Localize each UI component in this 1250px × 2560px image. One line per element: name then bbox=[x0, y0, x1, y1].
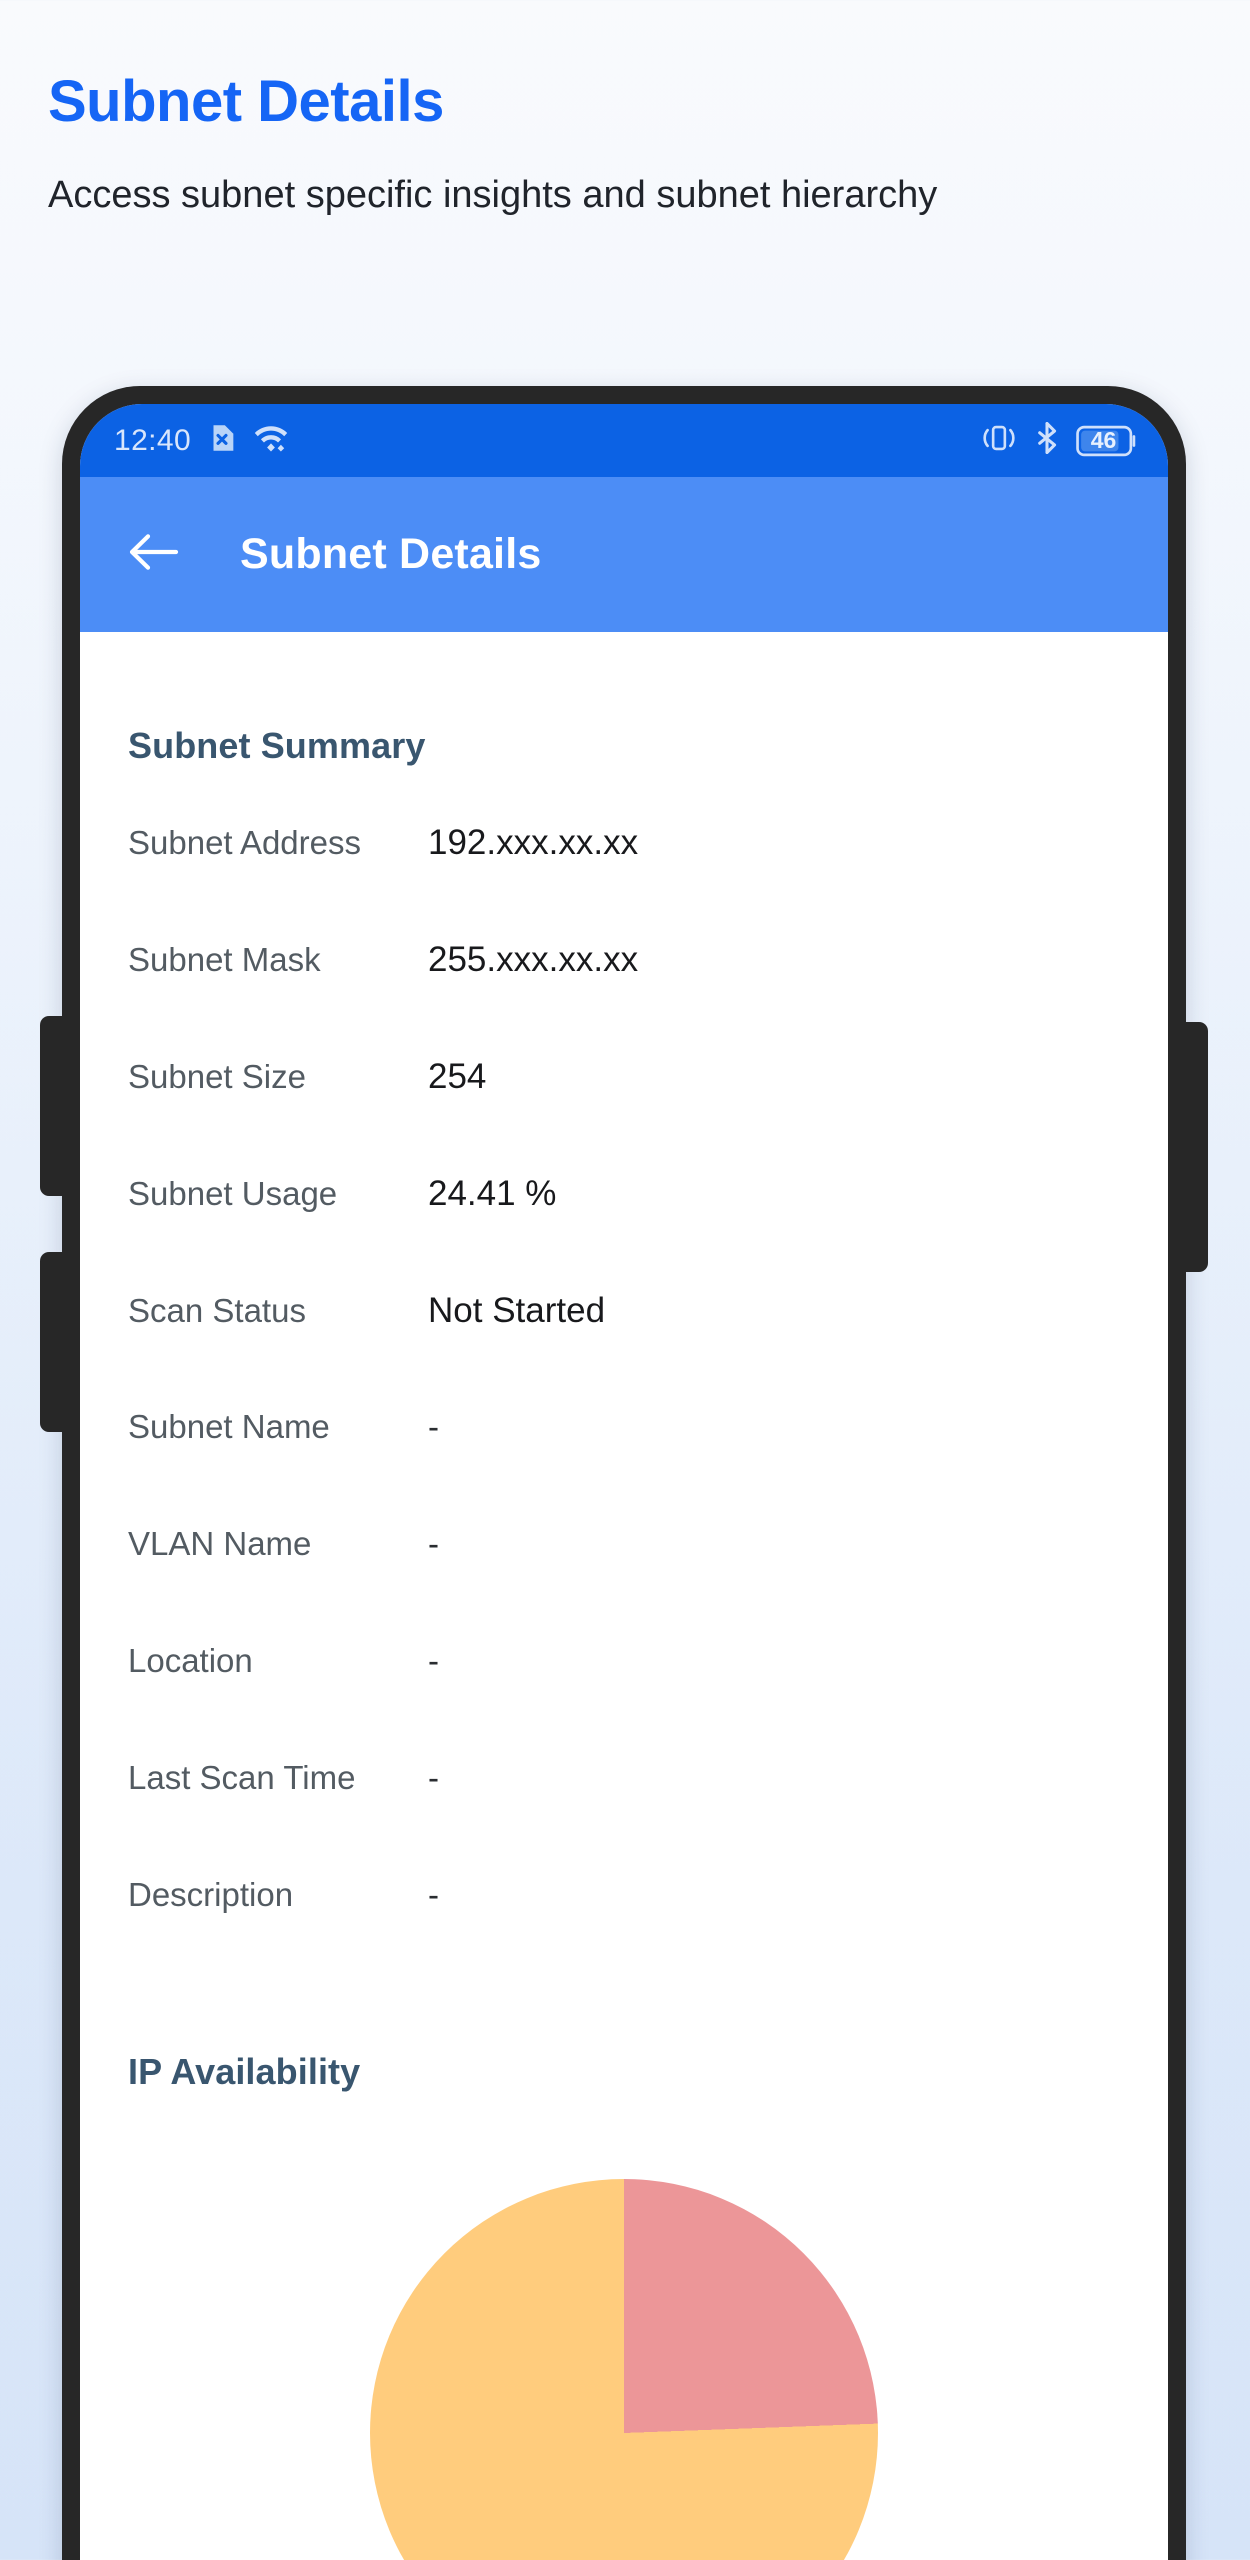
phone-screen: 12:40 46 Subnet Details Subnet Summary S… bbox=[80, 404, 1168, 2560]
page-header: Subnet Details Access subnet specific in… bbox=[0, 0, 1250, 223]
table-row: Last Scan Time - bbox=[80, 1759, 1168, 1876]
pie-chart bbox=[370, 2179, 878, 2560]
row-label: Subnet Name bbox=[128, 1408, 330, 1445]
row-value: 255.xxx.xx.xx bbox=[428, 940, 639, 979]
wifi-icon bbox=[253, 421, 289, 460]
row-label: Last Scan Time bbox=[128, 1759, 356, 1796]
row-label: VLAN Name bbox=[128, 1525, 312, 1562]
table-row: Subnet Name - bbox=[80, 1408, 1168, 1525]
row-value: - bbox=[428, 1759, 439, 1796]
page-subtitle: Access subnet specific insights and subn… bbox=[48, 173, 938, 216]
row-label: Description bbox=[128, 1876, 294, 1913]
row-value: Not Started bbox=[428, 1291, 606, 1330]
ip-availability-chart bbox=[80, 2093, 1168, 2560]
table-row: VLAN Name - bbox=[80, 1525, 1168, 1642]
row-label: Location bbox=[128, 1642, 253, 1679]
battery-icon: 46 bbox=[1076, 425, 1138, 457]
status-bar: 12:40 46 bbox=[80, 404, 1168, 477]
table-row: Description - bbox=[80, 1876, 1168, 1993]
bluetooth-icon bbox=[1034, 421, 1060, 459]
battery-level-label: 46 bbox=[1090, 427, 1117, 453]
row-label: Subnet Usage bbox=[128, 1175, 338, 1212]
row-label: Subnet Mask bbox=[128, 941, 321, 978]
volume-up-button[interactable] bbox=[40, 1016, 66, 1196]
row-label: Subnet Address bbox=[128, 824, 361, 861]
row-value: - bbox=[428, 1876, 439, 1913]
row-value: - bbox=[428, 1642, 439, 1679]
phone-mockup: 12:40 46 Subnet Details Subnet Summary S… bbox=[40, 386, 1208, 2560]
status-bar-right: 46 bbox=[980, 421, 1138, 459]
table-row: Scan Status Not Started bbox=[80, 1291, 1168, 1408]
vibrate-icon bbox=[980, 423, 1018, 458]
row-value: - bbox=[428, 1525, 439, 1562]
table-row: Subnet Size 254 bbox=[80, 1057, 1168, 1174]
row-value: 192.xxx.xx.xx bbox=[428, 823, 639, 862]
app-bar-title: Subnet Details bbox=[240, 530, 542, 578]
table-row: Subnet Mask 255.xxx.xx.xx bbox=[80, 940, 1168, 1057]
subnet-summary-list: Subnet Address 192.xxx.xx.xx Subnet Mask… bbox=[80, 767, 1168, 1993]
ip-availability-heading: IP Availability bbox=[128, 2051, 361, 2092]
row-value: 24.41 % bbox=[428, 1174, 557, 1213]
row-label: Subnet Size bbox=[128, 1058, 306, 1095]
table-row: Subnet Address 192.xxx.xx.xx bbox=[80, 823, 1168, 940]
page-title: Subnet Details bbox=[48, 69, 444, 134]
power-button[interactable] bbox=[1182, 1022, 1208, 1272]
table-row: Location - bbox=[80, 1642, 1168, 1759]
volume-down-button[interactable] bbox=[40, 1252, 66, 1432]
status-bar-left: 12:40 bbox=[114, 421, 289, 460]
status-bar-clock: 12:40 bbox=[114, 423, 192, 457]
sim-card-missing-icon bbox=[205, 421, 239, 460]
row-label: Scan Status bbox=[128, 1292, 306, 1329]
table-row: Subnet Usage 24.41 % bbox=[80, 1174, 1168, 1291]
row-value: 254 bbox=[428, 1057, 487, 1096]
screen-content[interactable]: Subnet Summary Subnet Address 192.xxx.xx… bbox=[80, 632, 1168, 2560]
row-value: - bbox=[428, 1408, 439, 1445]
app-bar: Subnet Details bbox=[80, 477, 1168, 632]
back-button[interactable] bbox=[128, 530, 180, 579]
subnet-summary-heading: Subnet Summary bbox=[128, 725, 426, 766]
